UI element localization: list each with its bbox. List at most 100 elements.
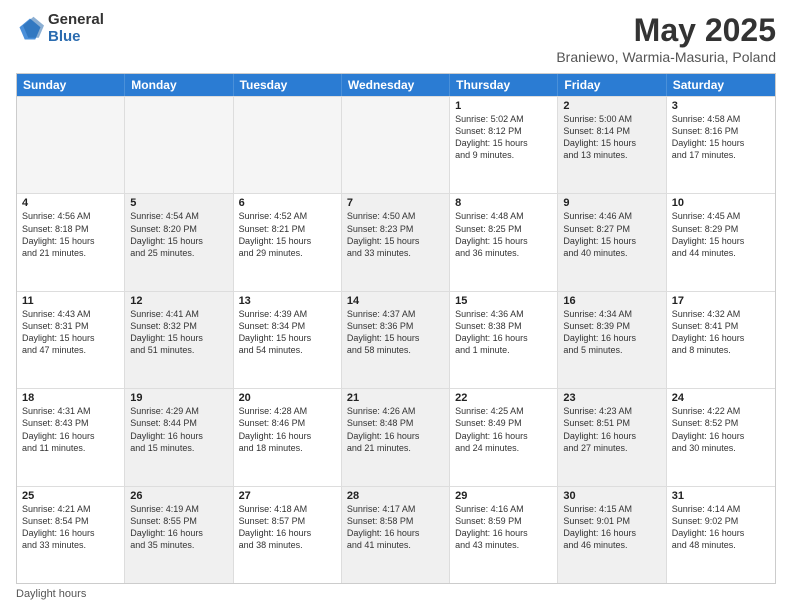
logo-text: General Blue — [48, 12, 104, 45]
page: General Blue May 2025 Braniewo, Warmia-M… — [0, 0, 792, 612]
day-number: 6 — [239, 197, 336, 209]
day-number: 27 — [239, 490, 336, 502]
day-info: Sunrise: 4:29 AM Sunset: 8:44 PM Dayligh… — [130, 405, 227, 454]
calendar-cell: 5Sunrise: 4:54 AM Sunset: 8:20 PM Daylig… — [125, 194, 233, 290]
day-info: Sunrise: 4:23 AM Sunset: 8:51 PM Dayligh… — [563, 405, 660, 454]
day-info: Sunrise: 5:02 AM Sunset: 8:12 PM Dayligh… — [455, 113, 552, 162]
calendar-cell: 16Sunrise: 4:34 AM Sunset: 8:39 PM Dayli… — [558, 292, 666, 388]
day-info: Sunrise: 4:28 AM Sunset: 8:46 PM Dayligh… — [239, 405, 336, 454]
day-info: Sunrise: 5:00 AM Sunset: 8:14 PM Dayligh… — [563, 113, 660, 162]
calendar-cell: 13Sunrise: 4:39 AM Sunset: 8:34 PM Dayli… — [234, 292, 342, 388]
day-info: Sunrise: 4:32 AM Sunset: 8:41 PM Dayligh… — [672, 308, 770, 357]
calendar-cell: 9Sunrise: 4:46 AM Sunset: 8:27 PM Daylig… — [558, 194, 666, 290]
day-number: 18 — [22, 392, 119, 404]
calendar-cell: 25Sunrise: 4:21 AM Sunset: 8:54 PM Dayli… — [17, 487, 125, 583]
weekday-header-monday: Monday — [125, 74, 233, 96]
day-info: Sunrise: 4:37 AM Sunset: 8:36 PM Dayligh… — [347, 308, 444, 357]
day-number: 10 — [672, 197, 770, 209]
footer: Daylight hours — [16, 588, 776, 600]
weekday-header-tuesday: Tuesday — [234, 74, 342, 96]
day-info: Sunrise: 4:54 AM Sunset: 8:20 PM Dayligh… — [130, 210, 227, 259]
day-number: 26 — [130, 490, 227, 502]
day-number: 19 — [130, 392, 227, 404]
weekday-header-thursday: Thursday — [450, 74, 558, 96]
day-number: 3 — [672, 100, 770, 112]
calendar-week-5: 25Sunrise: 4:21 AM Sunset: 8:54 PM Dayli… — [17, 486, 775, 583]
day-info: Sunrise: 4:18 AM Sunset: 8:57 PM Dayligh… — [239, 503, 336, 552]
day-number: 17 — [672, 295, 770, 307]
calendar-cell — [234, 97, 342, 193]
day-number: 29 — [455, 490, 552, 502]
calendar-cell — [342, 97, 450, 193]
calendar-cell: 31Sunrise: 4:14 AM Sunset: 9:02 PM Dayli… — [667, 487, 775, 583]
title-section: May 2025 Braniewo, Warmia-Masuria, Polan… — [556, 12, 776, 65]
day-number: 30 — [563, 490, 660, 502]
day-info: Sunrise: 4:56 AM Sunset: 8:18 PM Dayligh… — [22, 210, 119, 259]
location-subtitle: Braniewo, Warmia-Masuria, Poland — [556, 49, 776, 65]
day-info: Sunrise: 4:26 AM Sunset: 8:48 PM Dayligh… — [347, 405, 444, 454]
day-info: Sunrise: 4:36 AM Sunset: 8:38 PM Dayligh… — [455, 308, 552, 357]
day-number: 16 — [563, 295, 660, 307]
day-info: Sunrise: 4:41 AM Sunset: 8:32 PM Dayligh… — [130, 308, 227, 357]
calendar-cell: 1Sunrise: 5:02 AM Sunset: 8:12 PM Daylig… — [450, 97, 558, 193]
calendar-cell: 28Sunrise: 4:17 AM Sunset: 8:58 PM Dayli… — [342, 487, 450, 583]
day-number: 2 — [563, 100, 660, 112]
calendar-cell: 14Sunrise: 4:37 AM Sunset: 8:36 PM Dayli… — [342, 292, 450, 388]
calendar-cell: 23Sunrise: 4:23 AM Sunset: 8:51 PM Dayli… — [558, 389, 666, 485]
day-info: Sunrise: 4:45 AM Sunset: 8:29 PM Dayligh… — [672, 210, 770, 259]
day-number: 4 — [22, 197, 119, 209]
logo-icon — [16, 15, 44, 43]
day-number: 13 — [239, 295, 336, 307]
day-info: Sunrise: 4:34 AM Sunset: 8:39 PM Dayligh… — [563, 308, 660, 357]
day-number: 11 — [22, 295, 119, 307]
day-number: 8 — [455, 197, 552, 209]
calendar-body: 1Sunrise: 5:02 AM Sunset: 8:12 PM Daylig… — [17, 96, 775, 583]
calendar-cell: 3Sunrise: 4:58 AM Sunset: 8:16 PM Daylig… — [667, 97, 775, 193]
weekday-header-saturday: Saturday — [667, 74, 775, 96]
calendar-cell: 12Sunrise: 4:41 AM Sunset: 8:32 PM Dayli… — [125, 292, 233, 388]
day-number: 5 — [130, 197, 227, 209]
day-info: Sunrise: 4:43 AM Sunset: 8:31 PM Dayligh… — [22, 308, 119, 357]
calendar-cell: 24Sunrise: 4:22 AM Sunset: 8:52 PM Dayli… — [667, 389, 775, 485]
day-info: Sunrise: 4:25 AM Sunset: 8:49 PM Dayligh… — [455, 405, 552, 454]
calendar-cell: 11Sunrise: 4:43 AM Sunset: 8:31 PM Dayli… — [17, 292, 125, 388]
day-number: 15 — [455, 295, 552, 307]
weekday-header-friday: Friday — [558, 74, 666, 96]
logo-general-text: General — [48, 12, 104, 29]
calendar-cell: 15Sunrise: 4:36 AM Sunset: 8:38 PM Dayli… — [450, 292, 558, 388]
calendar-cell — [17, 97, 125, 193]
day-info: Sunrise: 4:22 AM Sunset: 8:52 PM Dayligh… — [672, 405, 770, 454]
calendar-week-2: 4Sunrise: 4:56 AM Sunset: 8:18 PM Daylig… — [17, 193, 775, 290]
weekday-header-sunday: Sunday — [17, 74, 125, 96]
day-info: Sunrise: 4:15 AM Sunset: 9:01 PM Dayligh… — [563, 503, 660, 552]
calendar-cell: 29Sunrise: 4:16 AM Sunset: 8:59 PM Dayli… — [450, 487, 558, 583]
day-info: Sunrise: 4:16 AM Sunset: 8:59 PM Dayligh… — [455, 503, 552, 552]
calendar-header: SundayMondayTuesdayWednesdayThursdayFrid… — [17, 74, 775, 96]
calendar-cell: 19Sunrise: 4:29 AM Sunset: 8:44 PM Dayli… — [125, 389, 233, 485]
calendar-cell — [125, 97, 233, 193]
day-number: 7 — [347, 197, 444, 209]
day-number: 21 — [347, 392, 444, 404]
day-number: 25 — [22, 490, 119, 502]
header: General Blue May 2025 Braniewo, Warmia-M… — [16, 12, 776, 65]
calendar-week-3: 11Sunrise: 4:43 AM Sunset: 8:31 PM Dayli… — [17, 291, 775, 388]
calendar-week-1: 1Sunrise: 5:02 AM Sunset: 8:12 PM Daylig… — [17, 96, 775, 193]
day-info: Sunrise: 4:52 AM Sunset: 8:21 PM Dayligh… — [239, 210, 336, 259]
day-number: 20 — [239, 392, 336, 404]
day-info: Sunrise: 4:19 AM Sunset: 8:55 PM Dayligh… — [130, 503, 227, 552]
calendar-cell: 21Sunrise: 4:26 AM Sunset: 8:48 PM Dayli… — [342, 389, 450, 485]
logo-blue-text: Blue — [48, 29, 104, 46]
day-number: 1 — [455, 100, 552, 112]
day-number: 22 — [455, 392, 552, 404]
day-number: 31 — [672, 490, 770, 502]
day-number: 24 — [672, 392, 770, 404]
calendar-cell: 4Sunrise: 4:56 AM Sunset: 8:18 PM Daylig… — [17, 194, 125, 290]
day-number: 9 — [563, 197, 660, 209]
day-info: Sunrise: 4:17 AM Sunset: 8:58 PM Dayligh… — [347, 503, 444, 552]
calendar-cell: 22Sunrise: 4:25 AM Sunset: 8:49 PM Dayli… — [450, 389, 558, 485]
daylight-hours-label: Daylight hours — [16, 588, 86, 600]
day-info: Sunrise: 4:48 AM Sunset: 8:25 PM Dayligh… — [455, 210, 552, 259]
day-info: Sunrise: 4:21 AM Sunset: 8:54 PM Dayligh… — [22, 503, 119, 552]
day-info: Sunrise: 4:14 AM Sunset: 9:02 PM Dayligh… — [672, 503, 770, 552]
weekday-header-wednesday: Wednesday — [342, 74, 450, 96]
